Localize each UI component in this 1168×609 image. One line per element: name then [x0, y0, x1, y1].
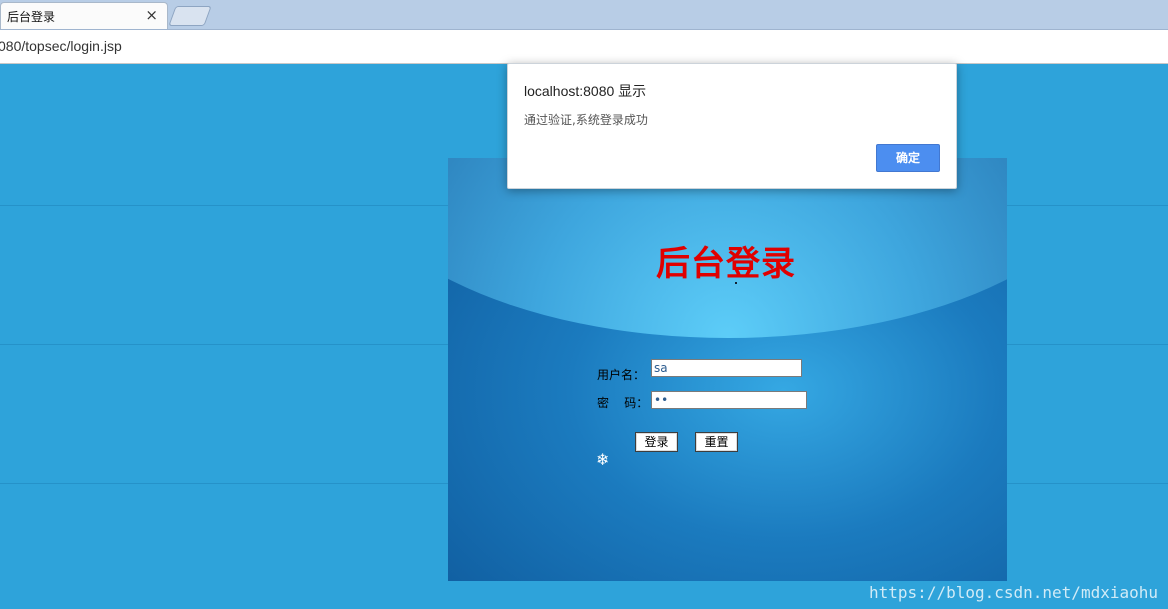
password-label: 密 码：: [597, 396, 649, 410]
username-input[interactable]: sa: [651, 359, 802, 377]
username-label: 用户名：: [597, 368, 646, 382]
url-text[interactable]: 080/topsec/login.jsp: [0, 38, 122, 54]
new-tab-button[interactable]: [168, 6, 212, 26]
login-button[interactable]: 登录: [635, 432, 678, 452]
dialog-title: localhost:8080 显示: [524, 83, 647, 99]
browser-tab-bar: 后台登录 ×: [0, 0, 1168, 30]
snowflake-icon: ❄: [596, 450, 610, 469]
reset-button[interactable]: 重置: [695, 432, 738, 452]
dialog-ok-button[interactable]: 确定: [876, 144, 940, 172]
login-panel: 后台登录 用户名： sa 密 码： •• 登录 重置 ❄: [448, 158, 1007, 581]
watermark-text: https://blog.csdn.net/mdxiaohu: [869, 583, 1158, 602]
password-input[interactable]: ••: [651, 391, 807, 409]
alert-dialog: localhost:8080 显示 通过验证,系统登录成功 确定: [507, 63, 957, 189]
browser-tab-active[interactable]: 后台登录 ×: [0, 2, 168, 29]
address-bar[interactable]: 080/topsec/login.jsp: [0, 30, 1168, 64]
dialog-message: 通过验证,系统登录成功: [524, 113, 648, 127]
close-icon[interactable]: ×: [145, 6, 158, 24]
browser-tab-title: 后台登录: [7, 10, 56, 24]
login-title: 后台登录: [656, 244, 796, 284]
small-dot-icon: [735, 282, 737, 284]
